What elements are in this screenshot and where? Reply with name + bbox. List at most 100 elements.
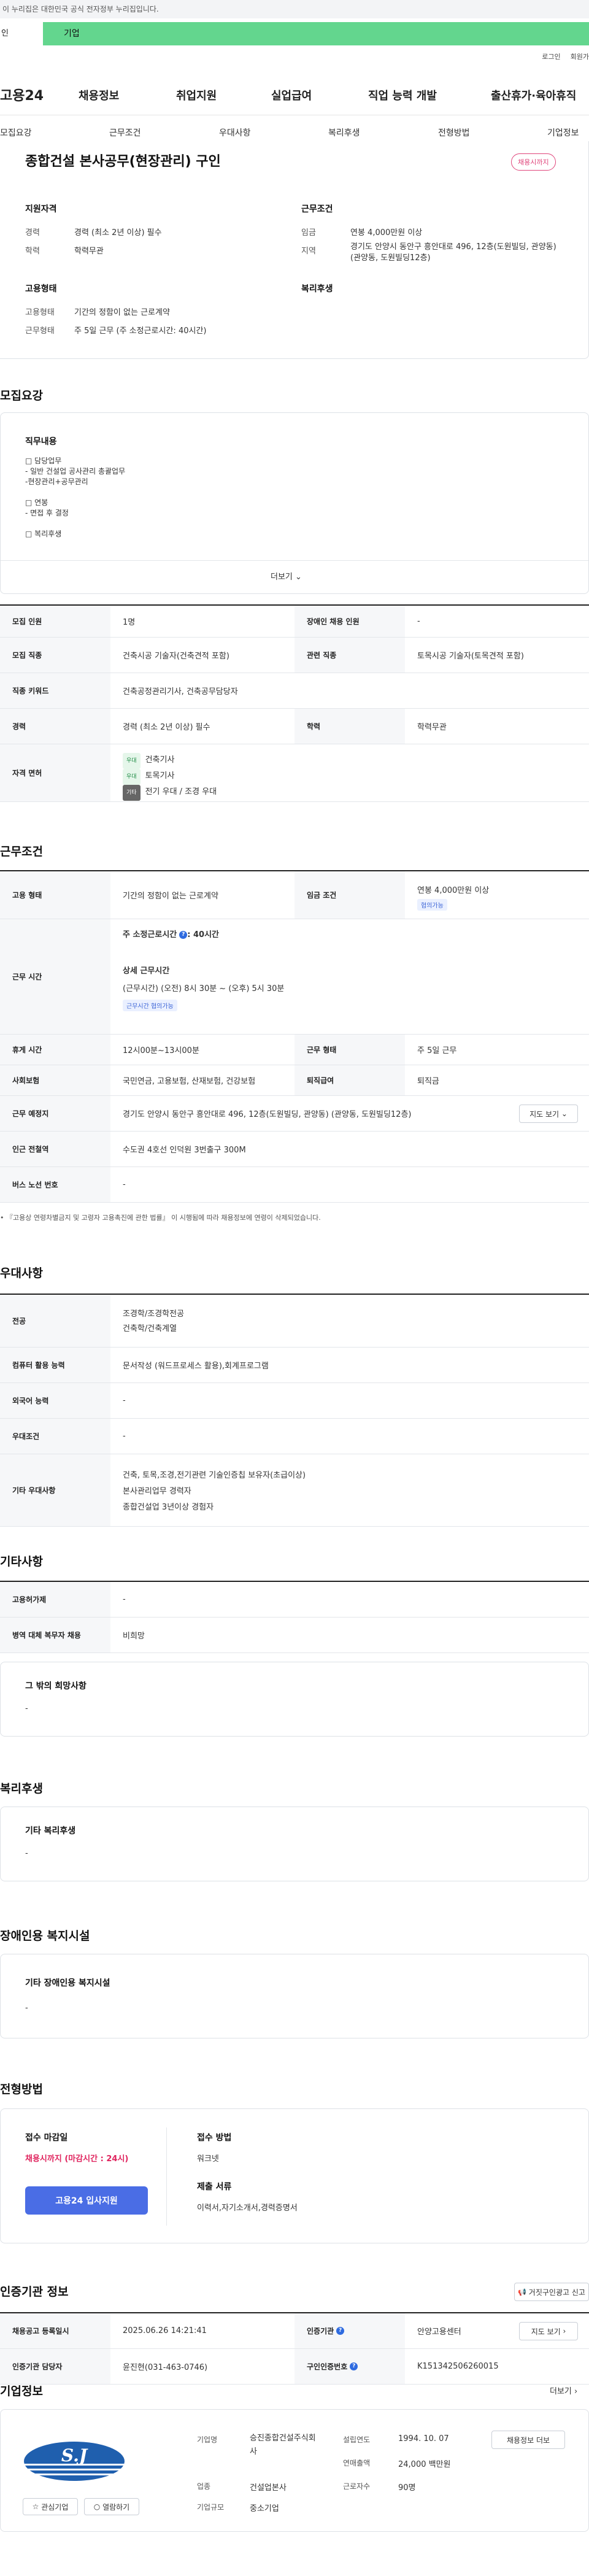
table-cell: - — [123, 1432, 126, 1441]
join-link[interactable]: 회원가 — [571, 53, 589, 61]
employees-value: 90명 — [398, 2483, 416, 2493]
table-cell: 경력 (최소 2년 이상) 필수 — [123, 723, 210, 732]
duty-line: □ 담당업무 — [25, 457, 62, 465]
more-button[interactable]: 더보기 ⌄ — [271, 570, 302, 582]
table-header: 퇴직급여 — [294, 1065, 405, 1095]
emp-label: 근무형태 — [25, 326, 55, 336]
company-logo: S.J — [23, 2440, 126, 2482]
table-header: 기타 우대사항 — [0, 1454, 110, 1526]
cond-value: 연봉 4,000만원 이상 — [350, 228, 423, 237]
star-icon: ☆ — [32, 2502, 39, 2511]
table-cell: - — [123, 1396, 126, 1405]
map-button-label: 지도 보기 — [531, 2327, 561, 2336]
table-row: 휴게 시간 12시00분~13시00분 근무 형태 주 5일 근무 — [0, 1035, 589, 1065]
apply-button[interactable]: 고용24 입사지원 — [25, 2186, 148, 2215]
tab-personal[interactable]: 인 — [0, 22, 43, 45]
industry-value: 건설업본사 — [250, 2483, 287, 2493]
table-cell: 조경학/조경학전공 건축학/건축계열 — [123, 1307, 184, 1336]
report-button[interactable]: 📢 거짓구인광고 신고 — [514, 2283, 589, 2301]
table-row: 사회보험 국민연금, 고용보험, 산재보험, 건강보험 퇴직급여 퇴직금 — [0, 1065, 589, 1096]
table-header: 전공 — [0, 1295, 110, 1347]
gov-banner: 이 누리집은 대한민국 공식 전자정부 누리집입니다. — [0, 0, 589, 18]
license-item: 우대 토목기사 — [123, 769, 217, 785]
table-cell: 수도권 4호선 인덕원 3번출구 300M — [123, 1146, 246, 1155]
company-more-link[interactable]: 더보기 › — [550, 2385, 577, 2396]
megaphone-icon: 📢 — [518, 2288, 526, 2296]
company-heading: 기업정보 — [0, 2385, 43, 2398]
status-badge: 채용시까지 — [511, 153, 556, 171]
site-logo[interactable]: 고용24 — [0, 85, 44, 104]
deadline-title: 접수 마감일 — [25, 2133, 68, 2143]
duty-line: □ 복리후생 — [25, 530, 62, 538]
license-name: 건축기사 — [145, 755, 175, 765]
detail-title: 상세 근무시간 — [123, 966, 170, 976]
company-jobs-button[interactable]: 채용정보 더보 — [491, 2431, 565, 2449]
snb-work[interactable]: 근무조건 — [109, 126, 141, 139]
global-nav: 고용24 채용정보 취업지원 실업급여 직업 능력 개발 출산휴가·육아휴직 — [0, 72, 589, 115]
table-header: 인근 전철역 — [0, 1132, 110, 1167]
cond-heading: 근무조건 — [301, 204, 333, 214]
gnb-item-jobs[interactable]: 채용정보 — [79, 87, 119, 103]
license-item: 기타 전기 우대 / 조경 우대 — [123, 785, 217, 801]
method-title: 접수 방법 — [197, 2133, 232, 2143]
table-header: 근무 시간 — [0, 919, 110, 1034]
table-header: 휴게 시간 — [0, 1035, 110, 1065]
qual-heading: 지원자격 — [25, 204, 57, 214]
sales-value: 24,000 백만원 — [398, 2460, 451, 2469]
work-heading: 근무조건 — [0, 845, 43, 858]
tab-company[interactable]: 기업 — [43, 22, 589, 45]
license-tag: 기타 — [123, 785, 141, 801]
duty-content: □ 담당업무 - 일반 건설업 공사관리 총괄업무 -현장관리+공무관리 □ 연… — [25, 456, 125, 539]
process-heading: 전형방법 — [0, 2083, 43, 2096]
snb-recruit[interactable]: 모집요강 — [0, 126, 32, 139]
info-icon[interactable]: ? — [336, 2327, 345, 2335]
chevron-down-icon: ⌄ — [561, 1109, 568, 1118]
snb-process[interactable]: 전형방법 — [438, 126, 470, 139]
table-row: 인근 전철역 수도권 4호선 인덕원 3번출구 300M — [0, 1132, 589, 1167]
table-row: 근무 시간 주 소정근로시간?: 40시간 상세 근무시간 (근무시간) (오전… — [0, 919, 589, 1035]
docs-title: 제출 서류 — [197, 2182, 232, 2192]
wage-tag: 협의가능 — [417, 899, 447, 911]
duty-line: - 면접 후 결정 — [25, 509, 69, 517]
gnb-item-benefit[interactable]: 실업급여 — [271, 87, 312, 103]
info-icon[interactable]: ? — [350, 2362, 358, 2370]
license-item: 우대 건축기사 — [123, 753, 217, 769]
table-cell: 2025.06.26 14:21:41 — [123, 2326, 207, 2335]
emp-label: 고용형태 — [25, 308, 55, 317]
table-row: 우대조건 - — [0, 1419, 589, 1454]
chevron-right-icon: › — [563, 2327, 566, 2335]
table-row: 모집 직종 건축시공 기술자(건축견적 포함) 관련 직종 토목시공 기술자(토… — [0, 638, 589, 673]
info-icon[interactable]: ? — [179, 931, 188, 939]
other-wish-card: 그 밖의 희망사항 - — [0, 1662, 589, 1737]
emp-value: 기간의 정함이 없는 근로계약 — [74, 308, 170, 317]
duty-card: 직무내용 □ 담당업무 - 일반 건설업 공사관리 총괄업무 -현장관리+공무관… — [0, 412, 589, 594]
cell-line: 건축, 토목,조경,전기관련 기술인증칩 보유자(초급이상) — [123, 1471, 306, 1480]
table-row: 경력 경력 (최소 2년 이상) 필수 학력 학력무관 — [0, 709, 589, 744]
work-table: 고용 형태 기간의 정함이 없는 근로계약 임금 조건 연봉 4,000만원 이… — [0, 870, 589, 1206]
sales-label: 연매출액 — [343, 2459, 371, 2467]
deadline-value: 채용시까지 (마감시간 : 24시) — [25, 2154, 129, 2164]
cert-map-button[interactable]: 지도 보기 › — [519, 2322, 578, 2340]
table-cell: 토목시공 기술자(토목견적 포함) — [417, 652, 524, 661]
gnb-item-support[interactable]: 취업지원 — [176, 87, 217, 103]
benefit-card: 기타 복리후생 - — [0, 1807, 589, 1881]
table-row: 고용허가제 - — [0, 1582, 589, 1618]
table-cell: - — [123, 1595, 126, 1604]
benefit-value: - — [25, 1849, 28, 1858]
user-type-tabs: 인 기업 — [0, 22, 589, 45]
table-row: 컴퓨터 활용 능력 문서작성 (워드프로세스 활용),회계프로그램 — [0, 1348, 589, 1383]
snb-company[interactable]: 기업정보 — [547, 126, 579, 139]
duty-line: □ 연봉 — [25, 498, 48, 507]
snb-pref[interactable]: 우대사항 — [219, 126, 251, 139]
login-link[interactable]: 로그인 — [542, 53, 560, 61]
snb-benefit[interactable]: 복리후생 — [328, 126, 360, 139]
map-button[interactable]: 지도 보기 ⌄ — [519, 1105, 578, 1123]
gnb-item-leave[interactable]: 출산휴가·육아휴직 — [491, 87, 576, 103]
employees-label: 근로자수 — [343, 2482, 371, 2491]
table-cell: 국민연금, 고용보험, 산재보험, 건강보험 — [123, 1077, 256, 1086]
emp-value: 주 5일 근무 (주 소정근로시간: 40시간) — [74, 326, 207, 336]
favorite-company-button[interactable]: ☆ 관심기업 — [23, 2498, 78, 2515]
table-header: 우대조건 — [0, 1419, 110, 1454]
gnb-item-training[interactable]: 직업 능력 개발 — [368, 87, 437, 103]
follow-company-button[interactable]: ○ 열람하기 — [84, 2498, 139, 2515]
